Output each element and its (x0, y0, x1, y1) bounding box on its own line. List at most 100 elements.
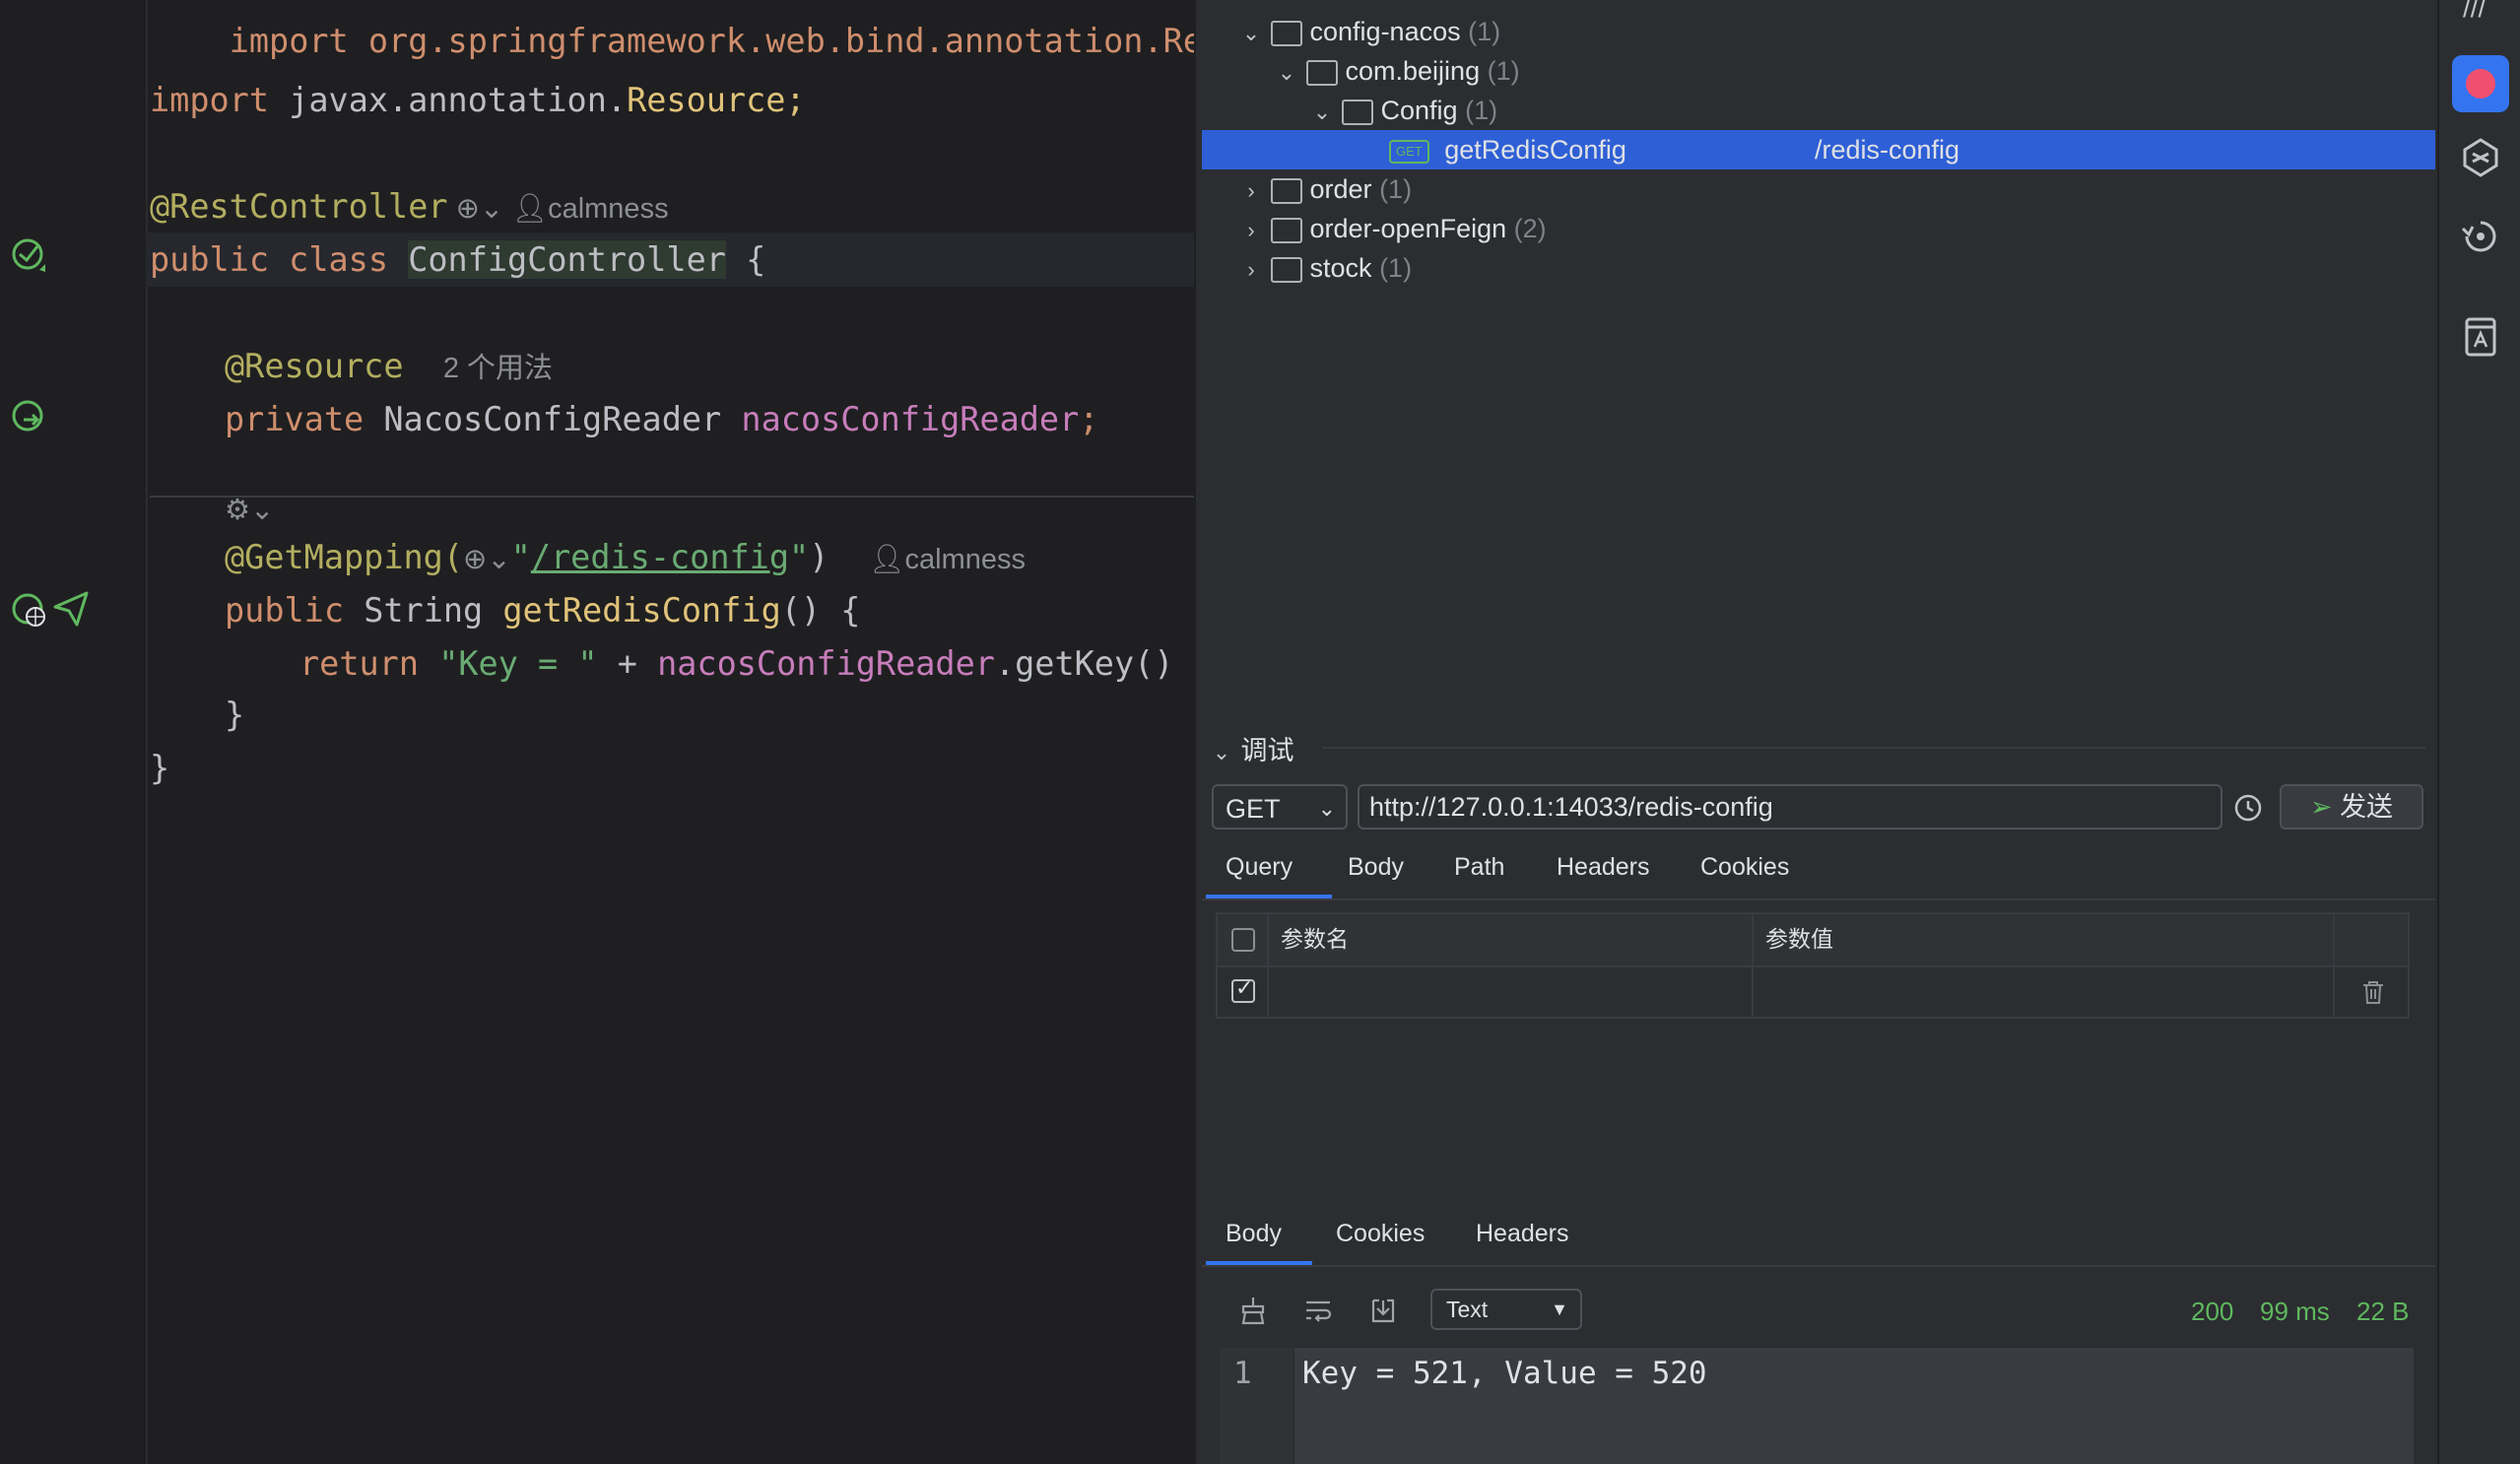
brace: } (225, 696, 245, 734)
ai-assistant-icon[interactable] (2459, 136, 2502, 179)
chevron-right-icon[interactable]: › (1239, 211, 1263, 250)
code-text: ; (785, 81, 806, 119)
module-folder-icon (1270, 20, 1302, 46)
check-icon: ✓ (1235, 975, 1254, 1000)
code-line-return: return "Key = " + nacosConfigReader.getK… (299, 644, 1194, 684)
chevron-down-icon[interactable]: ⌄ (1239, 14, 1263, 53)
response-tab-headers[interactable]: Headers (1476, 1214, 1569, 1253)
download-icon[interactable] (1367, 1295, 1399, 1326)
globe-icon[interactable]: ⊕⌄ (463, 544, 511, 575)
package-folder-icon (1305, 59, 1338, 86)
tree-item-stock[interactable]: › stock (1) (1239, 248, 1412, 288)
send-icon: ➢ (2309, 792, 2333, 822)
tree-item-order[interactable]: › order (1) (1239, 169, 1412, 209)
tree-item-count: (1) (1487, 56, 1520, 86)
chevron-down-icon[interactable]: ⌄ (1210, 740, 1233, 765)
row-checkbox[interactable]: ✓ (1231, 975, 1255, 1003)
editor-gutter (0, 0, 148, 1464)
keyword: import (150, 81, 270, 119)
code-text: import org.springframework.web.bind.anno… (229, 22, 1194, 60)
tree-item-label: stock (1309, 253, 1372, 283)
divider (1202, 1265, 2435, 1267)
translation-icon[interactable] (2459, 315, 2502, 359)
author-name: calmness (904, 544, 1027, 575)
code-editor[interactable]: import org.springframework.web.bind.anno… (0, 0, 1194, 1464)
annotation: @RestController (150, 187, 448, 226)
clear-broom-icon[interactable] (1237, 1295, 1269, 1326)
format-value: Text (1446, 1297, 1489, 1322)
string-quote: " (789, 538, 810, 576)
get-method-icon: GET (1389, 139, 1429, 164)
tree-item-count: (1) (1465, 96, 1498, 125)
tree-item-config[interactable]: ⌄ Config (1) (1310, 91, 1497, 130)
tree-item-getredisconfig[interactable]: GET getRedisConfig /redis-config (1389, 130, 2374, 169)
menu-icon[interactable]: /// (2463, 0, 2486, 24)
operator: + (597, 644, 658, 683)
globe-icon[interactable]: ⊕⌄ (448, 193, 512, 225)
endpoint-globe-gutter-icon[interactable] (10, 591, 49, 631)
api-endpoints-panel: ⌄ config-nacos (1) ⌄ com.beijing (1) ⌄ C… (1194, 0, 2439, 1464)
mapping-path-link[interactable]: /redis-config (531, 538, 789, 576)
api-tool-logo (2466, 69, 2495, 99)
tree-item-order-openfeign[interactable]: › order-openFeign (2) (1239, 209, 1546, 250)
usages-hint[interactable]: 2 个用法 (443, 353, 553, 384)
column-divider (2333, 914, 2335, 1017)
method-separator (150, 496, 1194, 498)
code-line-restcontroller-annotation: @RestController ⊕⌄ 👤︎calmness (150, 187, 669, 229)
annotation: @Resource (225, 347, 404, 385)
url-input[interactable]: http://127.0.0.1:14033/redis-config (1358, 784, 2222, 830)
class-name: ConfigController (408, 240, 726, 279)
trash-icon[interactable] (2358, 977, 2388, 1007)
param-name-input[interactable] (1269, 967, 1750, 1017)
param-value-input[interactable] (1754, 967, 2331, 1017)
soft-wrap-icon[interactable] (1302, 1295, 1334, 1326)
send-button[interactable]: ➢ 发送 (2280, 784, 2423, 830)
tree-item-label: Config (1380, 96, 1458, 125)
tree-item-count: (1) (1468, 17, 1501, 46)
tree-item-config-nacos[interactable]: ⌄ config-nacos (1) (1239, 12, 1500, 51)
tab-body[interactable]: Body (1348, 847, 1404, 887)
debug-section-header[interactable]: ⌄ 调试 (1210, 729, 1294, 767)
response-time: 99 ms (2260, 1297, 2330, 1326)
http-method-select[interactable]: GET ⌄ (1212, 784, 1348, 830)
chevron-right-icon[interactable]: › (1239, 250, 1263, 290)
tab-headers[interactable]: Headers (1557, 847, 1650, 887)
author-hint: 👤︎calmness (869, 544, 1026, 575)
tab-cookies[interactable]: Cookies (1700, 847, 1789, 887)
api-tool-icon[interactable] (2452, 55, 2509, 112)
response-tab-body[interactable]: Body (1226, 1214, 1282, 1253)
tree-item-label: com.beijing (1345, 56, 1481, 86)
debug-title: 调试 (1240, 736, 1294, 765)
keyword: private (225, 400, 384, 438)
line-number-gutter (1220, 1348, 1294, 1464)
tab-path[interactable]: Path (1454, 847, 1504, 887)
endpoint-path: /redis-config (1815, 135, 1960, 165)
code-line-method-close: } (225, 696, 244, 735)
user-icon: 👤︎ (511, 193, 549, 225)
code-text: javax.annotation. (269, 81, 628, 119)
spring-bean-gutter-icon[interactable] (10, 236, 49, 276)
response-body-viewer[interactable]: 1 Key = 521, Value = 520 (1220, 1348, 2414, 1464)
endpoint-name: getRedisConfig (1444, 135, 1626, 165)
string-quote: " (510, 538, 531, 576)
chevron-down-icon[interactable]: ⌄ (1310, 93, 1334, 132)
field-name: nacosConfigReader (657, 644, 995, 683)
chevron-down-icon[interactable]: ⌄ (1275, 53, 1298, 93)
code-line-method-signature: public String getRedisConfig() { (225, 591, 860, 631)
right-tool-window-bar: /// (2437, 0, 2520, 1464)
divider (1202, 898, 2435, 900)
format-select[interactable]: Text ▼ (1430, 1289, 1582, 1330)
column-header-param-name: 参数名 (1281, 926, 1349, 952)
response-tab-cookies[interactable]: Cookies (1336, 1214, 1425, 1253)
notifications-icon[interactable] (2459, 215, 2502, 258)
select-all-checkbox[interactable] (1231, 928, 1255, 952)
history-clock-icon[interactable] (2232, 792, 2264, 824)
autowired-gutter-icon[interactable] (10, 398, 49, 437)
chevron-right-icon[interactable]: › (1239, 171, 1263, 211)
send-request-gutter-icon[interactable] (51, 589, 91, 629)
code-text: { (725, 240, 766, 279)
tree-item-com-beijing[interactable]: ⌄ com.beijing (1) (1275, 51, 1520, 91)
ai-assist-icon[interactable]: ⚙︎⌄ (225, 493, 274, 527)
divider (1322, 747, 2425, 749)
tab-query[interactable]: Query (1226, 847, 1293, 887)
